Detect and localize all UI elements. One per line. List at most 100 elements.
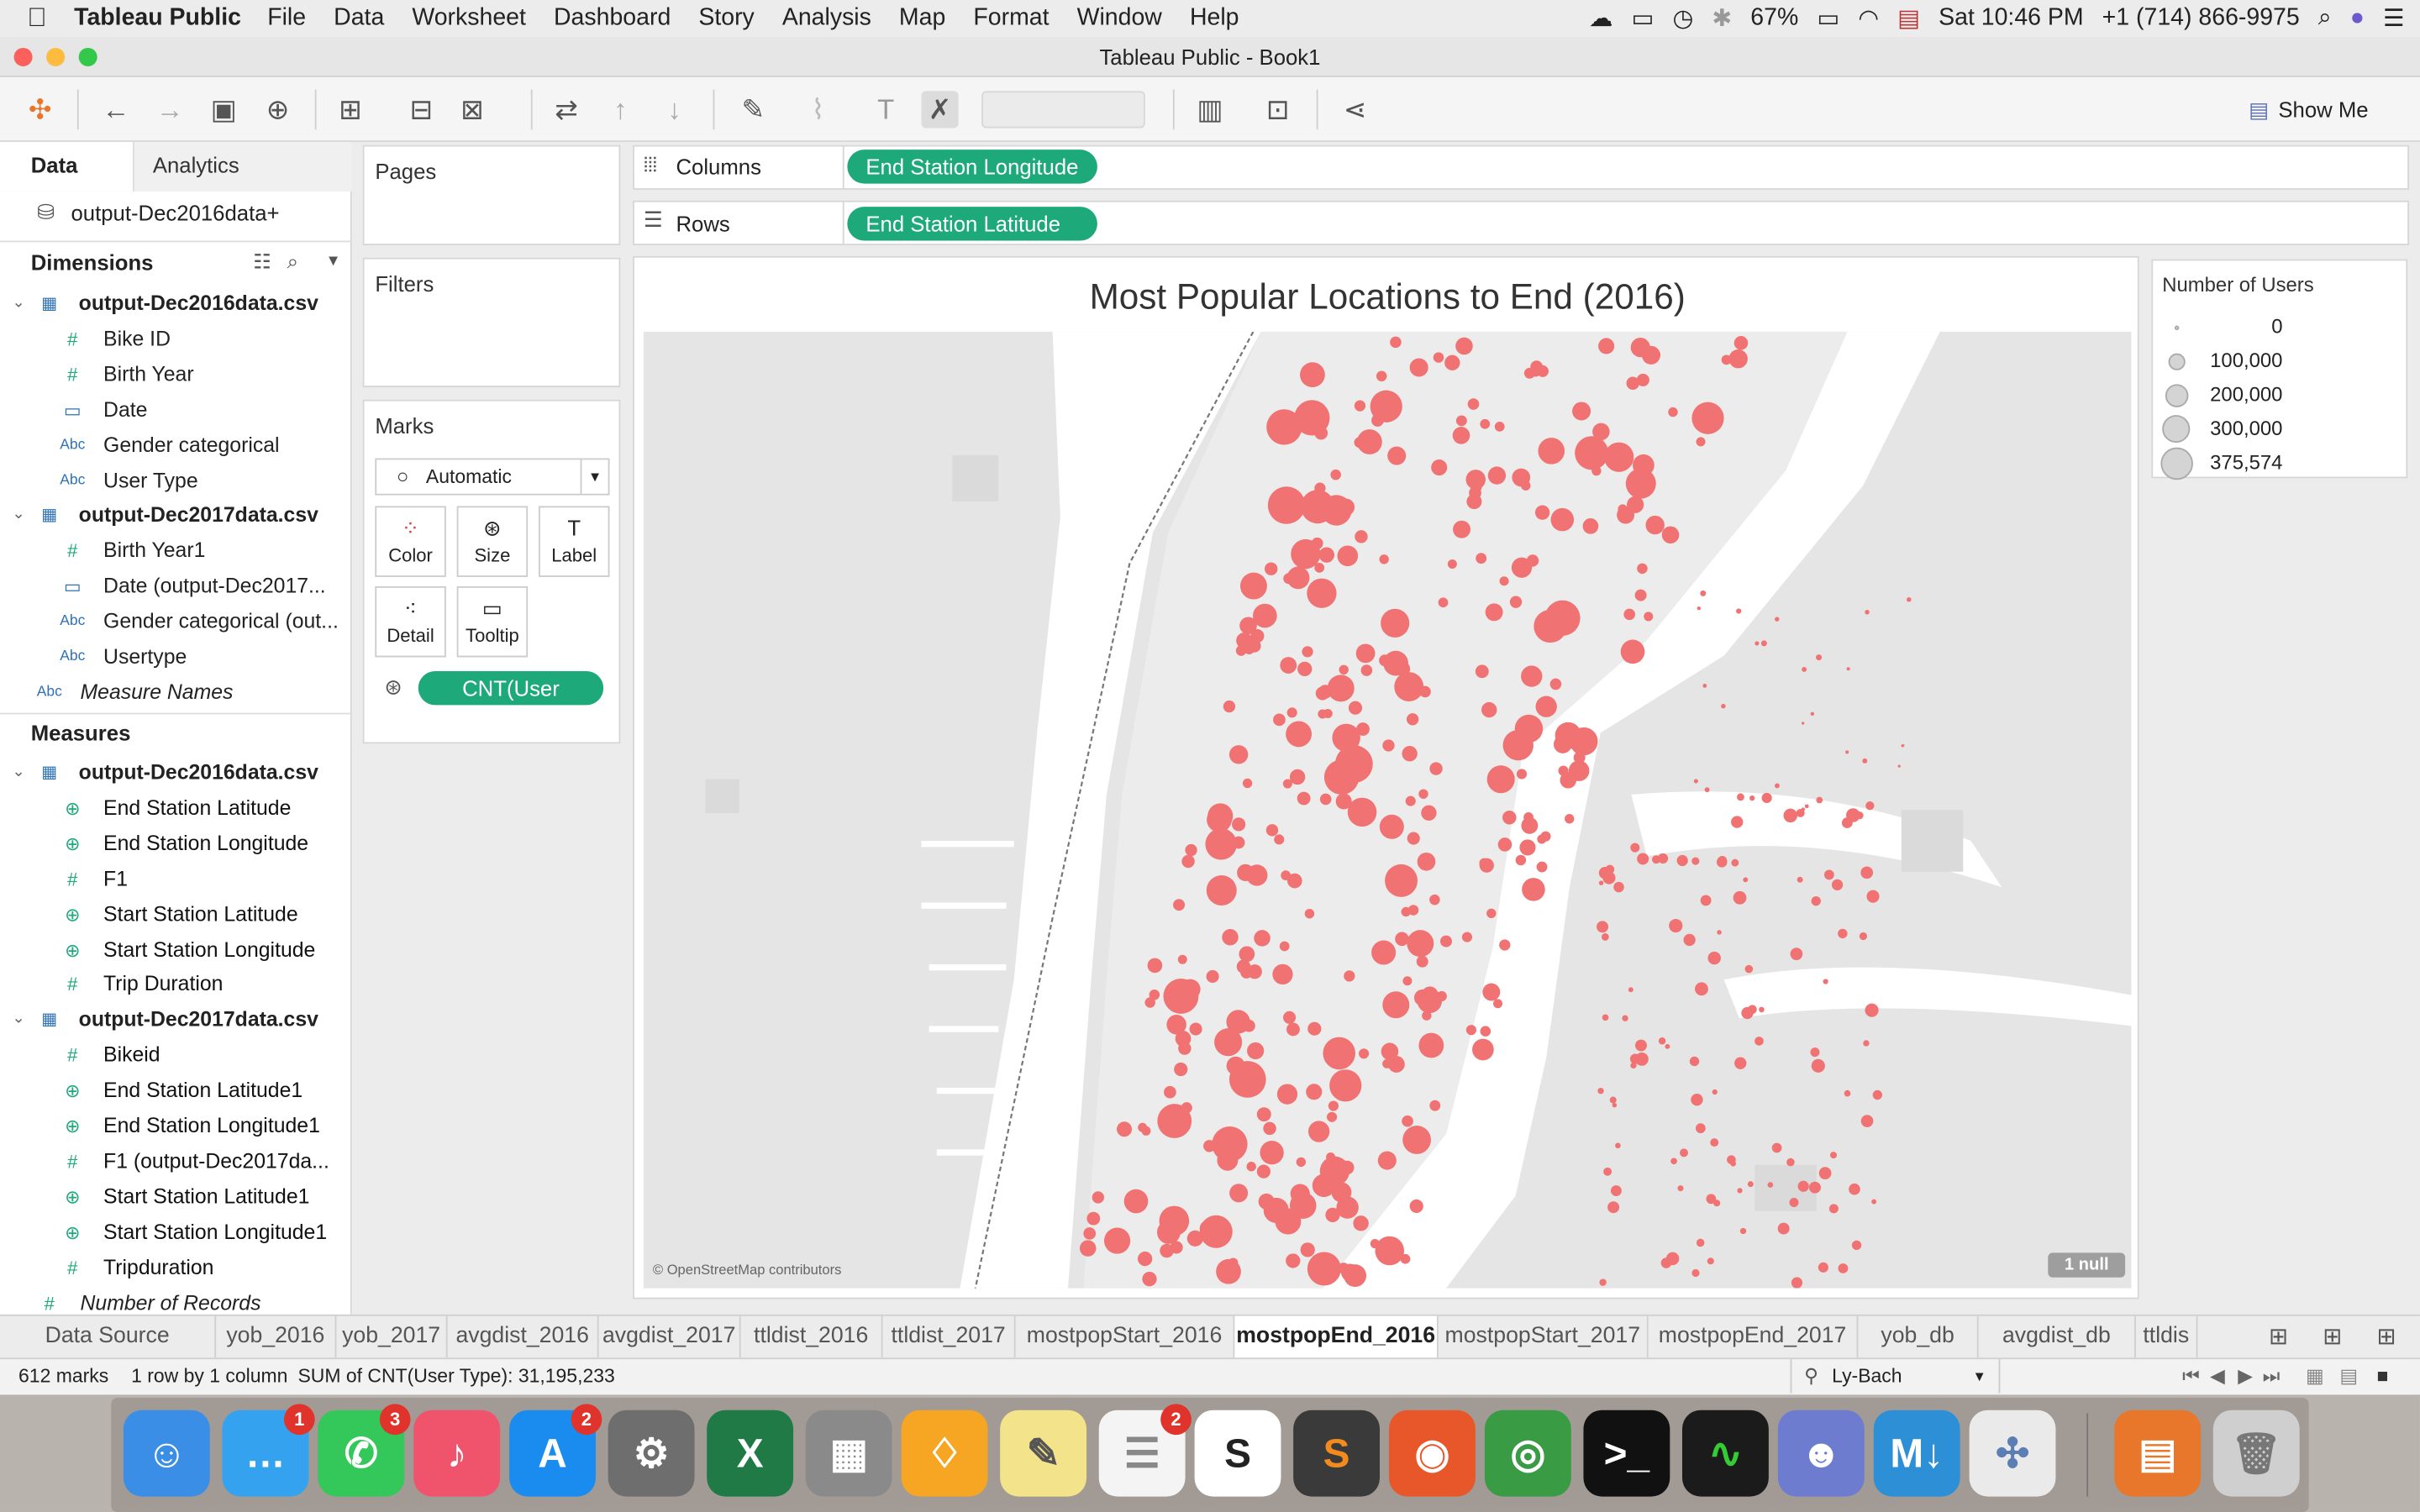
station-mark[interactable] (1319, 793, 1332, 806)
group-icon[interactable]: ⌇ (799, 91, 836, 128)
station-mark[interactable] (1276, 1084, 1298, 1105)
new-worksheet-icon[interactable]: ⊞ (332, 91, 369, 128)
station-mark[interactable] (1286, 721, 1313, 748)
size-button[interactable]: ⊛ Size (456, 506, 529, 577)
station-mark[interactable] (1649, 349, 1661, 360)
activity-monitor-icon[interactable]: ∿ (1682, 1410, 1769, 1497)
station-mark[interactable] (1260, 1141, 1284, 1165)
station-mark[interactable] (1680, 1148, 1688, 1158)
measure-item[interactable]: ⊕ End Station Longitude1 (0, 1110, 349, 1143)
station-mark[interactable] (1379, 814, 1404, 839)
station-mark[interactable] (1256, 1107, 1271, 1122)
sheet-tab[interactable]: ttldis (2136, 1315, 2198, 1360)
measure-item[interactable]: # Tripduration (0, 1251, 349, 1284)
dimension-item[interactable]: Abc Gender categorical (0, 428, 349, 462)
station-mark[interactable] (1369, 442, 1380, 453)
chevron-down-icon[interactable]: ⌄ (3, 756, 34, 790)
measure-item[interactable]: ⊕ End Station Latitude1 (0, 1074, 349, 1108)
zoom-window-button[interactable] (78, 47, 97, 66)
station-mark[interactable] (1341, 1263, 1360, 1282)
clock[interactable]: Sat 10:46 PM (1939, 5, 2084, 33)
station-mark[interactable] (1797, 876, 1803, 883)
station-mark[interactable] (1626, 376, 1639, 390)
station-mark[interactable] (1628, 987, 1634, 993)
station-mark[interactable] (1390, 336, 1402, 349)
station-mark[interactable] (1381, 608, 1410, 638)
station-mark[interactable] (1801, 722, 1805, 725)
app-store-icon[interactable]: A2 (509, 1404, 602, 1497)
station-mark[interactable] (1232, 817, 1246, 832)
station-mark[interactable] (1160, 1221, 1175, 1236)
station-mark[interactable] (1149, 990, 1160, 1000)
menu-file[interactable]: File (254, 5, 320, 33)
station-mark[interactable] (1223, 700, 1236, 713)
station-mark[interactable] (1444, 354, 1460, 370)
facetime-icon[interactable]: ✆ 3 (318, 1404, 411, 1497)
station-mark[interactable] (1256, 1164, 1270, 1179)
station-mark[interactable] (1385, 864, 1418, 897)
station-mark[interactable] (1665, 1252, 1680, 1266)
station-mark[interactable] (1863, 1040, 1870, 1047)
station-mark[interactable] (1598, 880, 1604, 885)
presentation-mode-icon[interactable]: ⊡ (1260, 91, 1297, 128)
station-mark[interactable] (1558, 765, 1569, 776)
sheet-tab[interactable]: avgdist_2016 (448, 1315, 599, 1360)
documents-stack-icon[interactable]: ▤ (2114, 1410, 2202, 1497)
station-mark[interactable] (1337, 545, 1359, 567)
station-mark[interactable] (1754, 641, 1760, 646)
station-mark[interactable] (1480, 1026, 1491, 1037)
dimension-item[interactable]: Abc User Type (0, 464, 349, 497)
station-mark[interactable] (1859, 932, 1868, 941)
dimension-item[interactable]: Abc Measure Names (0, 675, 349, 709)
station-mark[interactable] (1615, 1142, 1621, 1149)
station-mark[interactable] (1267, 486, 1306, 524)
station-mark[interactable] (1831, 879, 1844, 890)
station-mark[interactable] (1347, 797, 1377, 827)
station-mark[interactable] (1300, 362, 1325, 388)
discord-icon[interactable]: ☻ (1777, 1410, 1865, 1497)
station-mark[interactable] (1691, 1094, 1703, 1106)
station-mark[interactable] (1760, 640, 1767, 647)
station-mark[interactable] (1549, 678, 1562, 690)
station-mark[interactable] (1314, 482, 1326, 494)
station-mark[interactable] (1280, 657, 1297, 674)
station-mark[interactable] (1348, 701, 1363, 715)
station-mark[interactable] (1382, 1058, 1392, 1068)
station-mark[interactable] (1707, 1257, 1714, 1265)
measure-item[interactable]: ⊕ End Station Latitude (0, 791, 349, 825)
station-mark[interactable] (1693, 779, 1698, 784)
station-mark[interactable] (1339, 664, 1349, 675)
station-mark[interactable] (1603, 1167, 1612, 1176)
station-mark[interactable] (1623, 608, 1635, 621)
station-mark[interactable] (1789, 1198, 1799, 1208)
station-mark[interactable] (1377, 1151, 1397, 1170)
measure-item[interactable]: # F1 (0, 862, 349, 895)
firefox-icon[interactable]: ◉ (1389, 1410, 1476, 1497)
station-mark[interactable] (1536, 861, 1548, 873)
prev-sheet-icon[interactable]: ◀ (2210, 1359, 2225, 1393)
station-mark[interactable] (1455, 337, 1473, 355)
sheet-tab[interactable]: mostpopEnd_2017 (1649, 1315, 1859, 1360)
station-mark[interactable] (1272, 963, 1293, 984)
sort-ascending-icon[interactable]: ↑ (602, 91, 639, 128)
station-mark[interactable] (1737, 1188, 1743, 1194)
station-mark[interactable] (1250, 629, 1265, 643)
station-mark[interactable] (1783, 808, 1798, 823)
station-mark[interactable] (1370, 390, 1402, 423)
station-mark[interactable] (1387, 446, 1407, 465)
station-mark[interactable] (1174, 1062, 1188, 1077)
station-mark[interactable] (1307, 1021, 1322, 1036)
station-mark[interactable] (1844, 1089, 1851, 1097)
station-mark[interactable] (1865, 801, 1875, 811)
app-menu[interactable]: Tableau Public (74, 5, 241, 33)
station-mark[interactable] (1405, 795, 1416, 806)
station-mark[interactable] (1273, 713, 1286, 727)
station-mark[interactable] (1375, 1236, 1405, 1266)
station-mark[interactable] (1739, 1227, 1747, 1235)
station-mark[interactable] (1164, 1085, 1176, 1099)
station-mark[interactable] (1433, 352, 1444, 363)
sheet-tab[interactable]: yob_2017 (336, 1315, 448, 1360)
station-mark[interactable] (1630, 843, 1640, 853)
station-mark[interactable] (1480, 418, 1491, 429)
station-mark[interactable] (1407, 832, 1420, 845)
